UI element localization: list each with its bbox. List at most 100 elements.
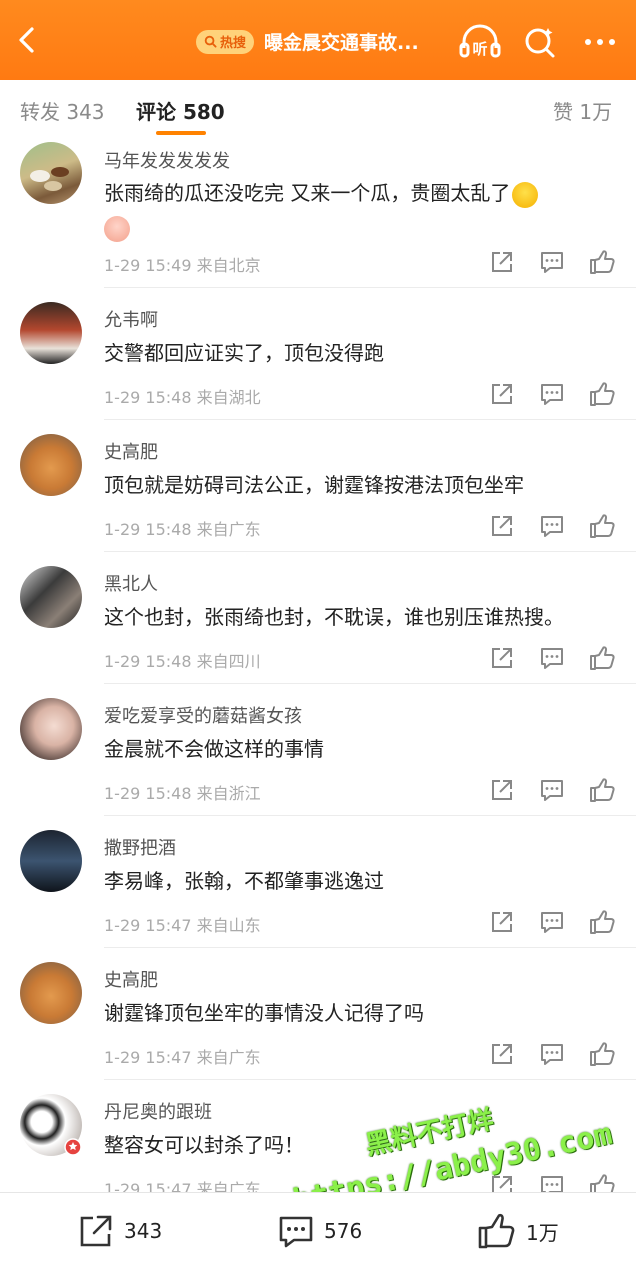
like-count: 1万 [526,1220,559,1245]
comment-username[interactable]: 史高肥 [104,966,158,992]
avatar[interactable] [20,962,82,1024]
like-icon[interactable] [588,776,616,804]
comment-time: 1-29 15:48 [104,784,192,803]
comment-meta: 1-29 15:48 来自湖北 [104,384,261,408]
divider [104,815,636,816]
tab-comments[interactable]: 评论 580 [136,96,225,125]
comment-item: 撒野把酒 李易峰，张翰，不都肇事逃逸过 1-29 15:47 来自山东 [0,830,636,962]
verified-badge-icon [64,1138,82,1156]
reply-icon[interactable] [538,776,566,804]
repost-count: 343 [124,1219,163,1243]
comment-time: 1-29 15:47 [104,1048,192,1067]
avatar[interactable] [20,302,82,364]
active-tab-indicator [156,131,206,135]
comment-location: 来自山东 [196,916,261,935]
comment-text-content: 张雨绮的瓜还没吃完 又来一个瓜，贵圈太乱了 [104,181,511,205]
comment-time: 1-29 15:47 [104,916,192,935]
comment-item: 史高肥 顶包就是妨碍司法公正，谢霆锋按港法顶包坐牢 1-29 15:48 来自广… [0,434,636,566]
repost-button[interactable]: 343 [76,1211,162,1251]
share-icon[interactable] [488,248,516,276]
share-icon[interactable] [488,644,516,672]
comment-location: 来自广东 [196,520,261,539]
steam-emoji-icon [104,215,130,242]
comment-meta: 1-29 15:47 来自广东 [104,1176,261,1192]
comment-username[interactable]: 马年发发发发发 [104,147,230,173]
comment-time: 1-29 15:47 [104,1180,192,1192]
comment-text: 谢霆锋顶包坐牢的事情没人记得了吗 [104,1001,424,1025]
divider [104,419,636,420]
comment-username[interactable]: 允韦啊 [104,306,158,332]
like-button[interactable]: 1万 [476,1211,559,1251]
like-icon[interactable] [588,1172,616,1192]
divider [104,683,636,684]
divider [104,947,636,948]
comment-button[interactable]: 576 [276,1211,362,1251]
comment-item: 允韦啊 交警都回应证实了，顶包没得跑 1-29 15:48 来自湖北 [0,302,636,434]
more-icon[interactable] [580,22,620,62]
comment-username[interactable]: 撒野把酒 [104,834,176,860]
comment-location: 来自四川 [196,652,261,671]
listen-button[interactable]: 听 [458,22,501,62]
reply-icon[interactable] [538,908,566,936]
avatar[interactable] [20,142,82,204]
reply-icon[interactable] [538,1172,566,1192]
like-icon[interactable] [588,380,616,408]
comment-item: 黑北人 这个也封，张雨绮也封，不耽误，谁也别压谁热搜。 1-29 15:48 来… [0,566,636,698]
page-title: 曝金晨交通事故... [264,32,419,54]
share-icon[interactable] [488,512,516,540]
comment-time: 1-29 15:49 [104,256,192,275]
share-icon[interactable] [488,776,516,804]
top-bar: 热搜 曝金晨交通事故... 听 [0,0,636,80]
comment-username[interactable]: 丹尼奥的跟班 [104,1098,212,1124]
share-icon [80,1215,112,1247]
comment-item: 马年发发发发发 张雨绮的瓜还没吃完 又来一个瓜，贵圈太乱了 1-29 15:49… [0,142,636,288]
tab-repost[interactable]: 转发 343 [20,96,105,125]
comment-text: 顶包就是妨碍司法公正，谢霆锋按港法顶包坐牢 [104,473,524,497]
comment-location: 来自浙江 [196,784,261,803]
share-icon[interactable] [488,1040,516,1068]
reply-icon[interactable] [538,512,566,540]
crying-emoji-icon [512,181,539,208]
divider [104,287,636,288]
avatar[interactable] [20,830,82,892]
like-icon[interactable] [588,512,616,540]
avatar[interactable] [20,434,82,496]
hot-search-badge: 热搜 [196,29,255,54]
comment-location: 来自广东 [196,1048,261,1067]
like-icon[interactable] [588,644,616,672]
comment-meta: 1-29 15:48 来自广东 [104,516,261,540]
comment-time: 1-29 15:48 [104,652,192,671]
hot-search-badge-label: 热搜 [220,36,247,51]
reply-icon[interactable] [538,644,566,672]
comment-location: 来自湖北 [196,388,261,407]
reply-icon[interactable] [538,380,566,408]
search-icon [204,35,217,48]
divider [104,1079,636,1080]
hot-search-title[interactable]: 热搜 曝金晨交通事故... [196,28,419,55]
comment-username[interactable]: 史高肥 [104,438,158,464]
comment-text: 这个也封，张雨绮也封，不耽误，谁也别压谁热搜。 [104,605,564,629]
comment-location: 来自广东 [196,1180,261,1192]
share-icon[interactable] [488,380,516,408]
comment-username[interactable]: 爱吃爱享受的蘑菇酱女孩 [104,702,302,728]
comment-list: 马年发发发发发 张雨绮的瓜还没吃完 又来一个瓜，贵圈太乱了 1-29 15:49… [0,142,636,1192]
back-arrow-icon[interactable] [10,22,46,58]
comment-username[interactable]: 黑北人 [104,570,158,596]
like-icon[interactable] [588,248,616,276]
like-icon[interactable] [588,908,616,936]
share-icon[interactable] [488,908,516,936]
reply-icon[interactable] [538,248,566,276]
tab-bar: 转发 343 评论 580 赞 1万 [0,80,636,142]
comment-text: 金晨就不会做这样的事情 [104,737,324,761]
comment-text: 交警都回应证实了，顶包没得跑 [104,341,384,365]
like-icon[interactable] [588,1040,616,1068]
avatar[interactable] [20,566,82,628]
bottom-action-bar: 343 576 1万 [0,1192,636,1280]
like-icon [478,1213,515,1249]
reply-icon[interactable] [538,1040,566,1068]
comment-meta: 1-29 15:47 来自广东 [104,1044,261,1068]
tab-likes[interactable]: 赞 1万 [553,96,612,125]
search-icon[interactable] [520,22,560,62]
avatar[interactable] [20,698,82,760]
comment-item: 爱吃爱享受的蘑菇酱女孩 金晨就不会做这样的事情 1-29 15:48 来自浙江 [0,698,636,830]
